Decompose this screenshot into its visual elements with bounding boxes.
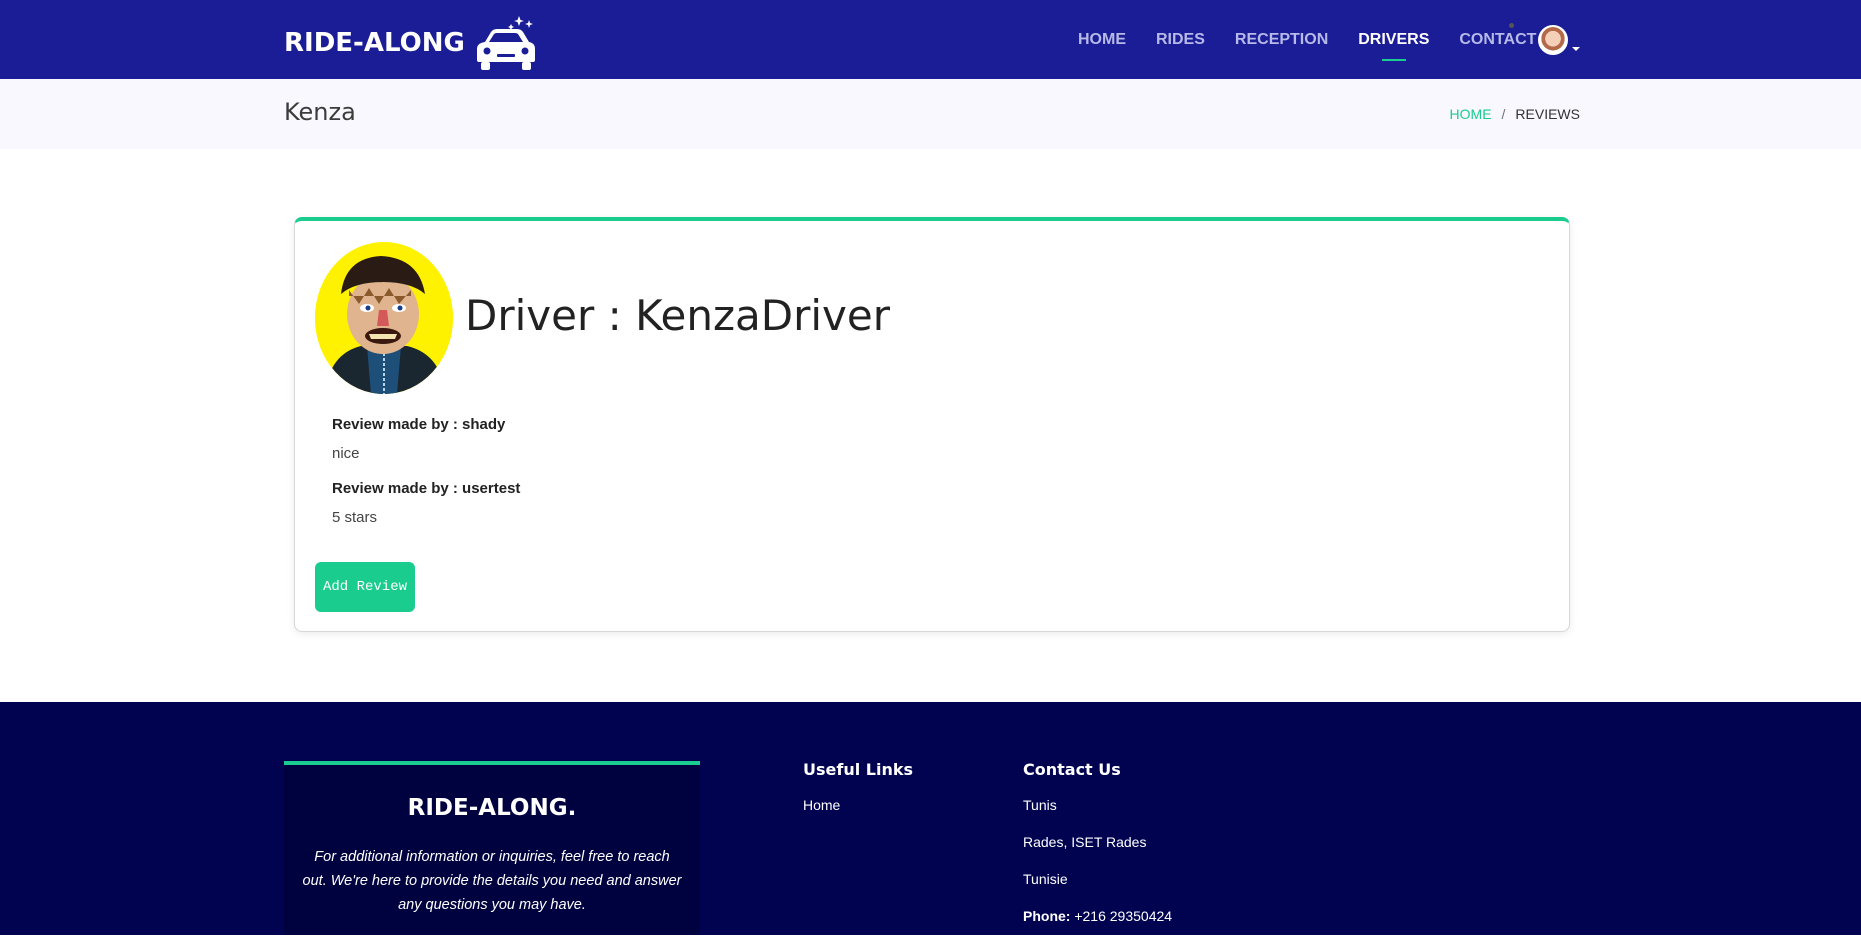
footer-contact: Contact Us Tunis Rades, ISET Rades Tunis…	[1023, 760, 1172, 945]
driver-portrait-icon	[315, 242, 453, 394]
breadcrumb-separator: /	[1501, 106, 1506, 122]
notification-dot	[1509, 23, 1514, 28]
contact-city: Tunis	[1023, 797, 1057, 813]
user-avatar[interactable]	[1538, 25, 1568, 55]
add-review-button[interactable]: Add Review	[315, 562, 415, 612]
nav-reception[interactable]: RECEPTION	[1235, 31, 1328, 49]
phone-value[interactable]: +216 29350424	[1074, 908, 1172, 924]
page-title: Kenza	[284, 98, 356, 126]
driver-heading: Driver : KenzaDriver	[465, 291, 891, 340]
contact-phone: Phone: +216 29350424	[1023, 908, 1172, 924]
top-navbar: RIDE-ALONG HOME RIDES RECEPTION DRIVERS …	[0, 0, 1861, 79]
nav-drivers[interactable]: DRIVERS	[1358, 31, 1429, 61]
driver-avatar	[315, 242, 453, 394]
review-text: nice	[332, 445, 360, 462]
review-item: Review made by : shady nice	[332, 416, 505, 462]
footer-useful-links: Useful Links Home	[803, 760, 913, 813]
nav-rides[interactable]: RIDES	[1156, 31, 1205, 49]
breadcrumb-home-link[interactable]: HOME	[1450, 106, 1492, 122]
footer-brand-text: For additional information or inquiries,…	[302, 849, 682, 913]
logo-text: RIDE-ALONG	[284, 28, 465, 58]
driver-reviews-card: Driver : KenzaDriver Review made by : sh…	[294, 217, 1570, 632]
contact-title: Contact Us	[1023, 760, 1121, 779]
phone-label: Phone:	[1023, 908, 1071, 924]
nav-contact[interactable]: CONTACT	[1459, 31, 1536, 49]
contact-address: Rades, ISET Rades	[1023, 834, 1147, 850]
car-icon	[476, 16, 535, 70]
site-logo[interactable]: RIDE-ALONG	[284, 14, 537, 72]
footer-brand-title: RIDE-ALONG.	[407, 795, 577, 821]
main-nav: HOME RIDES RECEPTION DRIVERS CONTACT	[1078, 0, 1566, 79]
contact-country: Tunisie	[1023, 871, 1068, 887]
nav-home[interactable]: HOME	[1078, 31, 1126, 49]
useful-links-title: Useful Links	[803, 760, 914, 779]
footer-link-home[interactable]: Home	[803, 797, 913, 813]
review-text: 5 stars	[332, 509, 378, 526]
breadcrumb-bar	[0, 79, 1861, 149]
breadcrumb-current: REVIEWS	[1515, 106, 1580, 122]
review-author: Review made by : shady	[332, 416, 506, 433]
footer-brand-box: RIDE-ALONG. For additional information o…	[284, 761, 700, 935]
breadcrumb: HOME / REVIEWS	[1450, 106, 1580, 122]
review-item: Review made by : usertest 5 stars	[332, 480, 520, 526]
review-author: Review made by : usertest	[332, 480, 521, 497]
chevron-down-icon[interactable]	[1572, 47, 1580, 51]
footer	[0, 702, 1861, 935]
